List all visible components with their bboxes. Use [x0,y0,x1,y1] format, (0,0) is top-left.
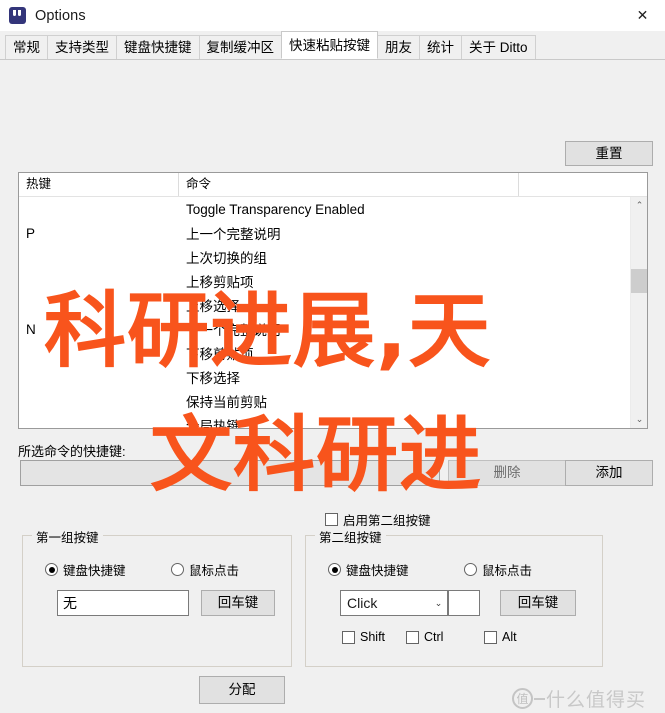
add-button[interactable]: 添加 [565,460,653,486]
tab-copy-buffers[interactable]: 复制缓冲区 [198,35,282,59]
selected-shortcut-input[interactable] [20,460,440,486]
mouse-click-type-value: Click [347,595,378,611]
tab-supported-types[interactable]: 支持类型 [47,35,117,59]
mouse-click-type-combobox[interactable]: Click ⌄ [340,590,448,616]
table-row[interactable]: 保持当前剪贴 [19,389,647,413]
tab-about-ditto[interactable]: 关于 Ditto [461,35,536,59]
second-key-input[interactable] [448,590,480,616]
table-row[interactable]: Toggle Transparency Enabled [19,197,647,221]
checkbox-box-icon [325,513,338,526]
close-icon[interactable]: ✕ [620,0,665,31]
reset-button[interactable]: 重置 [565,141,653,166]
column-header-extra[interactable] [519,173,629,196]
first-key-input[interactable]: 无 [57,590,189,616]
ditto-quote-icon [9,7,26,24]
scroll-down-icon[interactable]: ⌄ [631,411,647,428]
radio-keyboard-shortcut-1-label: 键盘快捷键 [63,564,126,578]
delete-button[interactable]: 删除 [448,460,566,486]
radio-keyboard-shortcut-2-label: 键盘快捷键 [346,564,409,578]
list-header: 热键 命令 [19,173,647,197]
table-row[interactable]: 上次切换的组 [19,245,647,269]
cell-command: 下移选择 [186,371,240,386]
radio-keyboard-shortcut-2[interactable]: 键盘快捷键 [328,560,409,579]
radio-mouse-click-2[interactable]: 鼠标点击 [464,560,532,579]
cell-command: 下一个完整说明 [186,323,281,338]
tab-friends[interactable]: 朋友 [377,35,420,59]
radio-mouse-click-2-label: 鼠标点击 [482,564,533,578]
enter-key-button-1[interactable]: 回车键 [201,590,275,616]
cell-hotkey: P [26,225,36,241]
checkbox-box-icon [342,630,355,644]
cell-command: 上移剪贴项 [186,275,254,290]
title-bar: Options ✕ [0,0,665,31]
cell-command: 上次切换的组 [186,251,267,266]
modifier-ctrl-label: Ctrl [424,630,444,644]
modifier-alt-checkbox[interactable]: Alt [484,630,517,644]
cell-command: 下移剪贴项 [186,347,254,362]
tab-keyboard-shortcuts[interactable]: 键盘快捷键 [116,35,200,59]
tab-general[interactable]: 常规 [5,35,48,59]
cell-command: 上一个完整说明 [186,227,281,242]
radio-mouse-click-1[interactable]: 鼠标点击 [171,560,239,579]
column-header-command[interactable]: 命令 [179,173,519,196]
modifier-ctrl-checkbox[interactable]: Ctrl [406,630,443,644]
table-row[interactable]: 上移剪贴项 [19,269,647,293]
table-row[interactable]: 下移选择 [19,365,647,389]
table-row[interactable]: 下移剪贴项 [19,341,647,365]
table-row[interactable]: 全局热键 [19,413,647,429]
tab-page-quick-paste-keys: 重置 热键 命令 Toggle Transparency Enabled P 上一个… [0,59,665,713]
scrollbar-thumb[interactable] [631,269,647,293]
cell-command: 全局热键 [186,419,240,429]
selected-shortcut-label: 所选命令的快捷键: [18,444,126,459]
table-row[interactable]: N 下一个完整说明 [19,317,647,341]
enter-key-button-2[interactable]: 回车键 [500,590,576,616]
radio-dot-icon [45,563,58,576]
first-key-set-group: 第一组按键 键盘快捷键 鼠标点击 无 回车键 [22,527,292,667]
options-dialog: Options ✕ 常规 支持类型 键盘快捷键 复制缓冲区 快速粘贴按键 朋友 … [0,0,665,713]
checkbox-box-icon [484,630,497,644]
window-title: Options [35,7,86,24]
assign-button[interactable]: 分配 [199,676,285,704]
hotkey-command-list[interactable]: 热键 命令 Toggle Transparency Enabled P 上一个完整说… [18,172,648,429]
second-key-set-title: 第二组按键 [315,527,386,546]
chevron-down-icon[interactable]: ⌄ [430,598,447,609]
second-key-set-group: 第二组按键 键盘快捷键 鼠标点击 Click ⌄ 回车键 Shift Ctrl [305,527,603,667]
tab-statistics[interactable]: 统计 [419,35,462,59]
radio-dot-icon [328,563,341,576]
column-header-hotkey[interactable]: 热键 [19,173,179,196]
page-bottom-bleed [0,707,665,713]
radio-mouse-click-1-label: 鼠标点击 [189,564,240,578]
modifier-shift-checkbox[interactable]: Shift [342,630,385,644]
page-bottom-bleed-text [10,707,17,713]
modifier-alt-label: Alt [502,630,517,644]
cell-command: Toggle Transparency Enabled [186,201,365,217]
cell-command: 上移选择 [186,299,240,314]
radio-dot-icon [171,563,184,576]
modifier-shift-label: Shift [360,630,386,644]
tab-strip: 常规 支持类型 键盘快捷键 复制缓冲区 快速粘贴按键 朋友 统计 关于 Ditt… [0,31,665,59]
table-row[interactable]: 上移选择 [19,293,647,317]
first-key-set-title: 第一组按键 [32,527,103,546]
cell-hotkey: N [26,321,36,337]
checkbox-box-icon [406,630,419,644]
scroll-up-icon[interactable]: ⌃ [631,197,647,214]
list-vertical-scrollbar[interactable]: ⌃ ⌄ [630,197,647,428]
tab-quick-paste-keys[interactable]: 快速粘贴按键 [281,31,378,59]
radio-keyboard-shortcut-1[interactable]: 键盘快捷键 [45,560,126,579]
radio-dot-icon [464,563,477,576]
table-row[interactable]: P 上一个完整说明 [19,221,647,245]
list-rows: Toggle Transparency Enabled P 上一个完整说明 上次切换的… [19,197,647,429]
cell-command: 保持当前剪贴 [186,395,267,410]
